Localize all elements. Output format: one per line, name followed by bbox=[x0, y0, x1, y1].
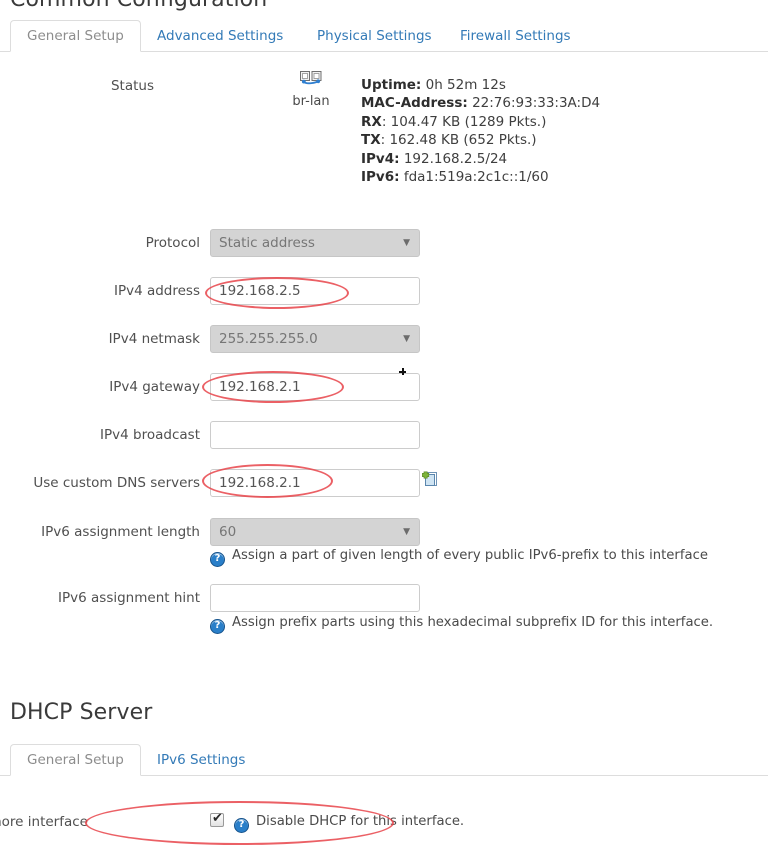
status-value-rx: : 104.47 KB (1289 Pkts.) bbox=[381, 113, 547, 130]
network-bridge-icon bbox=[300, 71, 322, 85]
status-interface: br-lan bbox=[285, 70, 337, 109]
tab-firewall-settings[interactable]: Firewall Settings bbox=[443, 20, 588, 52]
status-key-ipv6: IPv6: bbox=[361, 169, 400, 186]
protocol-label: Protocol bbox=[145, 235, 200, 251]
status-line-ipv4: IPv4: 192.168.2.5/24 bbox=[361, 150, 600, 168]
ipv6-assignment-hint-hint: ? Assign prefix parts using this hexadeci… bbox=[210, 615, 713, 634]
protocol-select-value: Static address bbox=[219, 235, 315, 251]
status-key-mac: MAC-Address: bbox=[361, 95, 468, 112]
tab-advanced-settings[interactable]: Advanced Settings bbox=[140, 20, 300, 52]
chevron-down-icon: ▼ bbox=[403, 527, 410, 537]
ipv4-broadcast-label: IPv4 broadcast bbox=[100, 427, 200, 443]
dns-servers-label: Use custom DNS servers bbox=[33, 475, 200, 491]
ipv4-broadcast-input[interactable] bbox=[210, 421, 420, 449]
status-value-tx: : 162.48 KB (652 Pkts.) bbox=[380, 132, 537, 149]
ignore-interface-checkbox[interactable]: ✔ bbox=[210, 811, 224, 827]
tab-physical-settings[interactable]: Physical Settings bbox=[300, 20, 449, 52]
dhcp-tab-general-setup[interactable]: General Setup bbox=[10, 744, 141, 776]
tab-general-setup[interactable]: General Setup bbox=[10, 20, 141, 52]
help-icon: ? bbox=[234, 818, 249, 833]
dhcp-tab-bar: General Setup IPv6 Settings bbox=[0, 744, 768, 776]
status-details: Uptime: 0h 52m 12s MAC-Address: 22:76:93… bbox=[361, 76, 600, 186]
ipv4-netmask-label: IPv4 netmask bbox=[108, 331, 200, 347]
status-line-mac: MAC-Address: 22:76:93:33:3A:D4 bbox=[361, 94, 600, 112]
ipv4-address-label: IPv4 address bbox=[113, 283, 200, 299]
ipv6-assignment-length-label: IPv6 assignment length bbox=[41, 524, 200, 540]
status-interface-name: br-lan bbox=[292, 94, 330, 109]
chevron-down-icon: ▼ bbox=[403, 334, 410, 344]
status-key-tx: TX bbox=[361, 132, 381, 149]
ipv6-assignment-length-select[interactable]: 60 ▼ bbox=[210, 518, 420, 546]
status-value-ipv4: 192.168.2.5/24 bbox=[403, 150, 508, 167]
status-label: Status bbox=[110, 78, 154, 94]
status-key-ipv4: IPv4: bbox=[361, 150, 400, 167]
ipv4-address-input[interactable] bbox=[210, 277, 420, 305]
ipv6-assignment-hint-input[interactable] bbox=[210, 584, 420, 612]
status-line-tx: TX: 162.48 KB (652 Pkts.) bbox=[361, 131, 600, 149]
protocol-select[interactable]: Static address ▼ bbox=[210, 229, 420, 257]
help-icon: ? bbox=[210, 552, 225, 567]
ipv6-assignment-hint-label: IPv6 assignment hint bbox=[58, 590, 200, 606]
check-icon: ✔ bbox=[212, 811, 223, 826]
status-line-uptime: Uptime: 0h 52m 12s bbox=[361, 76, 600, 94]
help-icon: ? bbox=[210, 619, 225, 634]
ipv6-assignment-length-hint: ? Assign a part of given length of every … bbox=[210, 548, 708, 567]
page-title-dhcp-server: DHCP Server bbox=[10, 700, 153, 725]
status-line-rx: RX: 104.47 KB (1289 Pkts.) bbox=[361, 113, 600, 131]
dns-servers-input[interactable] bbox=[210, 469, 420, 497]
status-value-uptime: 0h 52m 12s bbox=[425, 77, 506, 93]
ipv6-assignment-hint-hint-text: Assign prefix parts using this hexadecim… bbox=[232, 615, 714, 630]
ipv6-assignment-length-value: 60 bbox=[219, 524, 237, 540]
ipv4-gateway-label: IPv4 gateway bbox=[109, 379, 200, 395]
ipv4-gateway-input[interactable] bbox=[210, 373, 420, 401]
ignore-interface-hint: ? Disable DHCP for this interface. bbox=[234, 814, 464, 833]
ignore-interface-label: Ignore interface bbox=[0, 814, 88, 830]
ipv4-netmask-select[interactable]: 255.255.255.0 ▼ bbox=[210, 325, 420, 353]
interface-tab-bar: General Setup Advanced Settings Physical… bbox=[0, 20, 768, 52]
status-key-uptime: Uptime: bbox=[361, 77, 422, 93]
page-title-common-configuration: Common Configuration bbox=[10, 0, 267, 12]
status-line-ipv6: IPv6: fda1:519a:2c1c::1/60 bbox=[361, 168, 600, 186]
ipv4-netmask-select-value: 255.255.255.0 bbox=[219, 331, 318, 347]
status-key-rx: RX bbox=[361, 113, 382, 130]
status-value-ipv6: fda1:519a:2c1c::1/60 bbox=[403, 169, 549, 186]
ignore-interface-hint-text: Disable DHCP for this interface. bbox=[256, 814, 465, 829]
add-document-icon[interactable] bbox=[421, 470, 439, 488]
ipv6-assignment-length-hint-text: Assign a part of given length of every p… bbox=[232, 548, 708, 563]
chevron-down-icon: ▼ bbox=[403, 238, 410, 248]
dhcp-tab-ipv6-settings[interactable]: IPv6 Settings bbox=[140, 744, 262, 776]
status-value-mac: 22:76:93:33:3A:D4 bbox=[472, 95, 601, 112]
